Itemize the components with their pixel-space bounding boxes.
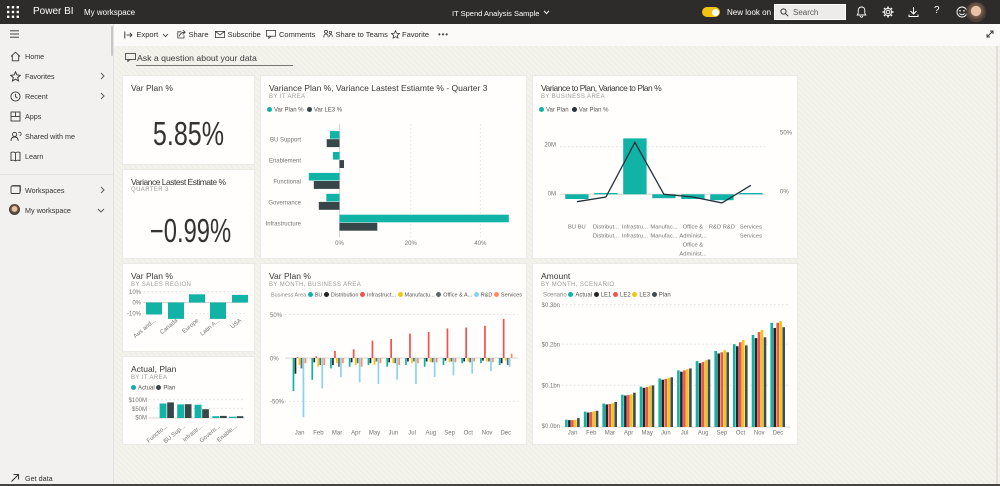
svg-text:Services: Services xyxy=(740,225,762,231)
svg-text:Jun: Jun xyxy=(661,431,671,437)
svg-text:Aus and...: Aus and... xyxy=(133,318,158,340)
svg-text:40%: 40% xyxy=(474,241,487,247)
svg-text:Dec: Dec xyxy=(773,431,784,437)
svg-text:0%: 0% xyxy=(270,356,279,362)
svg-text:$0.2bn: $0.2bn xyxy=(542,342,560,348)
svg-text:10%: 10% xyxy=(129,290,142,296)
svg-text:Manufac...: Manufac... xyxy=(650,225,677,231)
svg-text:20M: 20M xyxy=(544,143,556,149)
svg-text:Enablement: Enablement xyxy=(269,159,301,165)
svg-text:Office &: Office & xyxy=(683,225,704,231)
svg-text:Jul: Jul xyxy=(681,431,689,437)
svg-text:0M: 0M xyxy=(548,191,556,197)
svg-text:Europe: Europe xyxy=(182,318,201,335)
svg-text:0%: 0% xyxy=(335,241,344,247)
svg-text:Feb: Feb xyxy=(313,431,324,437)
svg-text:Administ...: Administ... xyxy=(679,252,706,258)
svg-text:Jan: Jan xyxy=(568,431,578,437)
svg-text:-10%: -10% xyxy=(127,312,142,318)
svg-text:Infrastru...: Infrastru... xyxy=(622,234,648,240)
svg-text:Sep: Sep xyxy=(717,431,728,437)
svg-text:0%: 0% xyxy=(132,301,141,307)
svg-text:Apr: Apr xyxy=(624,431,633,437)
svg-text:Infrastructure: Infrastructure xyxy=(266,221,302,227)
svg-text:Administ...: Administ... xyxy=(679,234,706,240)
svg-text:Nov: Nov xyxy=(754,431,765,437)
svg-text:Functional: Functional xyxy=(273,180,301,186)
svg-text:Manufac...: Manufac... xyxy=(650,234,677,240)
svg-text:Governance: Governance xyxy=(268,200,301,206)
svg-text:Dec: Dec xyxy=(500,431,511,437)
svg-text:Mar: Mar xyxy=(332,431,342,437)
svg-text:50%: 50% xyxy=(780,131,793,137)
svg-text:BU BU: BU BU xyxy=(568,225,586,231)
svg-text:Oct: Oct xyxy=(464,431,474,437)
svg-text:Jan: Jan xyxy=(295,431,305,437)
svg-text:$0.3bn: $0.3bn xyxy=(542,303,560,309)
svg-text:Oct: Oct xyxy=(736,431,746,437)
svg-text:Distribut...: Distribut... xyxy=(593,234,619,240)
svg-text:Feb: Feb xyxy=(586,431,597,437)
svg-text:$0.0bn: $0.0bn xyxy=(542,424,560,430)
svg-text:Apr: Apr xyxy=(351,431,360,437)
svg-text:$50M: $50M xyxy=(132,407,147,413)
svg-text:Mar: Mar xyxy=(605,431,615,437)
svg-text:$0M: $0M xyxy=(135,416,147,422)
svg-text:USA: USA xyxy=(230,318,243,331)
svg-text:Distribut...: Distribut... xyxy=(593,225,619,231)
svg-text:May: May xyxy=(642,431,653,437)
svg-text:Services: Services xyxy=(740,234,762,240)
svg-text:Aug: Aug xyxy=(698,431,709,437)
svg-text:Latin A...: Latin A... xyxy=(200,318,222,338)
svg-text:20%: 20% xyxy=(405,241,418,247)
svg-text:Nov: Nov xyxy=(482,431,493,437)
svg-text:Canada: Canada xyxy=(159,318,179,337)
svg-text:-50%: -50% xyxy=(270,400,285,406)
svg-text:$100M: $100M xyxy=(129,398,147,404)
svg-text:Jul: Jul xyxy=(408,431,416,437)
svg-text:Jun: Jun xyxy=(388,431,398,437)
svg-text:0%: 0% xyxy=(780,189,789,195)
svg-text:$0.1bn: $0.1bn xyxy=(542,383,560,389)
svg-text:50%: 50% xyxy=(270,313,283,319)
svg-text:May: May xyxy=(369,431,380,437)
svg-text:BU Support: BU Support xyxy=(270,138,301,144)
svg-text:Aug: Aug xyxy=(425,431,436,437)
svg-text:R&D R&D: R&D R&D xyxy=(709,225,735,231)
svg-text:Office &: Office & xyxy=(683,243,704,249)
svg-text:Infrastru...: Infrastru... xyxy=(622,225,648,231)
svg-text:Sep: Sep xyxy=(444,431,455,437)
